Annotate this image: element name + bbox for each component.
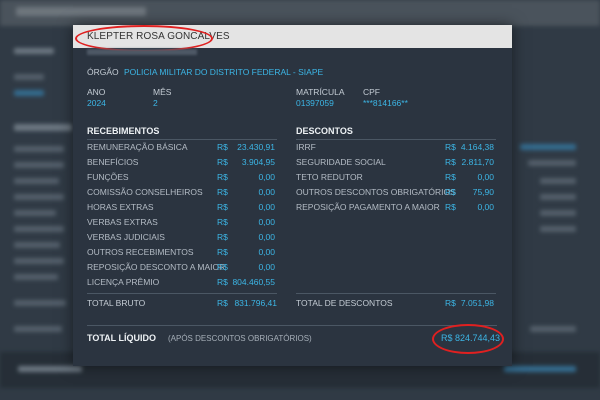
- total-bruto-value: 831.796,41: [234, 298, 277, 308]
- receipts-row-value: 0,00: [258, 262, 275, 272]
- discounts-row-label: IRRF: [296, 142, 316, 152]
- net-value-highlight-oval: [432, 324, 504, 354]
- receipts-row-value: 3.904,95: [241, 157, 275, 167]
- mes-label: MÊS: [153, 87, 172, 97]
- receipts-row-label: OUTROS RECEBIMENTOS: [87, 247, 194, 257]
- salary-details-modal: KLEPTER ROSA GONCALVES ÓRGÃO POLICIA MIL…: [73, 25, 512, 366]
- matricula-label: MATRÍCULA: [296, 87, 345, 97]
- name-highlight-oval: [75, 25, 213, 52]
- net-total-label: TOTAL LÍQUIDO: [87, 333, 156, 343]
- total-descontos-label: TOTAL DE DESCONTOS: [296, 298, 393, 308]
- receipts-total-divider: [87, 293, 277, 294]
- discounts-row-label: REPOSIÇÃO PAGAMENTO A MAIOR: [296, 202, 440, 212]
- orgao-value: POLICIA MILITAR DO DISTRITO FEDERAL - SI…: [124, 67, 324, 77]
- mes-value: 2: [153, 98, 158, 108]
- receipts-row-value: 0,00: [258, 217, 275, 227]
- net-total-note: (APÓS DESCONTOS OBRIGATÓRIOS): [168, 334, 312, 343]
- matricula-value: 01397059: [296, 98, 334, 108]
- receipts-row-value: 0,00: [258, 187, 275, 197]
- discounts-row-value: 75,90: [472, 187, 494, 197]
- discounts-row-label: TETO REDUTOR: [296, 172, 363, 182]
- cpf-label: CPF: [363, 87, 380, 97]
- discounts-row-value: 2.811,70: [461, 157, 494, 167]
- ano-label: ANO: [87, 87, 106, 97]
- receipts-divider: [87, 139, 277, 140]
- obscured-text: [87, 49, 197, 55]
- receipts-row-label: VERBAS EXTRAS: [87, 217, 158, 227]
- receipts-title: RECEBIMENTOS: [87, 126, 160, 136]
- discounts-row-value: 0,00: [477, 172, 494, 182]
- receipts-row-label: COMISSÃO CONSELHEIROS: [87, 187, 203, 197]
- orgao-label: ÓRGÃO: [87, 67, 119, 77]
- receipts-row-value: 23.430,91: [237, 142, 275, 152]
- receipts-row-value: 0,00: [258, 172, 275, 182]
- receipts-row-value: 0,00: [258, 247, 275, 257]
- receipts-row-value: 804.460,55: [232, 277, 275, 287]
- receipts-row-label: LICENÇA PRÊMIO: [87, 277, 160, 287]
- receipts-row-label: BENEFÍCIOS: [87, 157, 139, 167]
- total-bruto-label: TOTAL BRUTO: [87, 298, 146, 308]
- discounts-title: DESCONTOS: [296, 126, 353, 136]
- discounts-row-label: OUTROS DESCONTOS OBRIGATÓRIOS: [296, 187, 456, 197]
- receipts-row-value: 0,00: [258, 202, 275, 212]
- discounts-row-label: SEGURIDADE SOCIAL: [296, 157, 386, 167]
- receipts-row-label: REPOSIÇÃO DESCONTO A MAIOR: [87, 262, 226, 272]
- receipts-row-label: FUNÇÕES: [87, 172, 129, 182]
- total-descontos-value: 7.051,98: [460, 298, 494, 308]
- receipts-row-label: REMUNERAÇÃO BÁSICA: [87, 142, 188, 152]
- receipts-row-label: HORAS EXTRAS: [87, 202, 154, 212]
- discounts-divider: [296, 139, 496, 140]
- discounts-row-value: 0,00: [477, 202, 494, 212]
- ano-value: 2024: [87, 98, 106, 108]
- receipts-row-label: VERBAS JUDICIAIS: [87, 232, 165, 242]
- discounts-total-divider: [296, 293, 496, 294]
- discounts-row-value: 4.164,38: [460, 142, 494, 152]
- receipts-row-value: 0,00: [258, 232, 275, 242]
- net-divider: [87, 325, 497, 326]
- cpf-value: ***814166**: [363, 98, 408, 108]
